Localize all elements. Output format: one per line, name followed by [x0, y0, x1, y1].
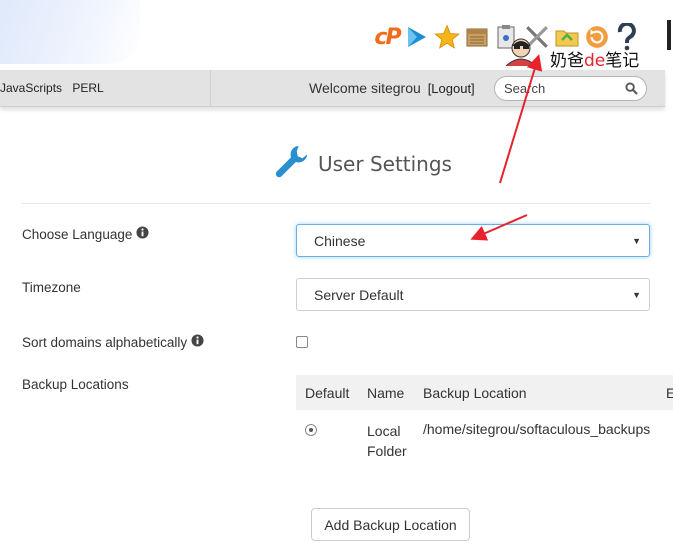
sort-domains-checkbox[interactable]: [296, 336, 308, 348]
chevron-down-icon: ▼: [632, 290, 641, 300]
backup-locations-label: Backup Locations: [22, 377, 129, 392]
play-icon[interactable]: [403, 22, 431, 52]
nav-link-perl[interactable]: PERL: [72, 81, 103, 95]
backup-path: /home/sitegrou/softaculous_backups: [423, 421, 651, 437]
column-name: Name: [367, 385, 405, 401]
language-select[interactable]: Chinese ▼: [296, 224, 650, 257]
divider: [22, 203, 650, 204]
page-header: User Settings: [273, 144, 452, 184]
brand-logo-background: [0, 0, 140, 64]
add-backup-location-button[interactable]: Add Backup Location: [311, 508, 470, 541]
nav-links: JavaScripts PERL: [0, 81, 111, 95]
table-header: Default Name Backup Location E: [296, 375, 673, 410]
cpanel-logo[interactable]: cP: [373, 22, 401, 52]
top-navbar: JavaScripts PERL Welcome sitegrou [Logou…: [0, 70, 665, 107]
table-row: Local Folder /home/sitegrou/softaculous_…: [296, 410, 673, 470]
search-input[interactable]: [504, 80, 619, 97]
search-icon[interactable]: [625, 82, 638, 100]
backup-name: Local Folder: [367, 423, 407, 459]
star-icon[interactable]: [433, 22, 461, 52]
sort-domains-label: Sort domains alphabetically: [22, 334, 204, 350]
timezone-select[interactable]: Server Default ▼: [296, 278, 650, 311]
box-icon[interactable]: [463, 22, 491, 52]
nav-separator: [210, 70, 211, 107]
watermark: 奶爸de笔记: [498, 38, 658, 71]
default-radio[interactable]: [305, 424, 317, 436]
chevron-down-icon: ▼: [632, 236, 641, 246]
watermark-text: 奶爸de笔记: [550, 51, 640, 71]
info-icon[interactable]: [136, 226, 149, 242]
page-title: User Settings: [318, 152, 452, 176]
scrollbar-edge: [667, 20, 671, 50]
wrench-icon: [273, 143, 311, 186]
info-icon[interactable]: [191, 334, 204, 350]
column-truncated: E: [666, 385, 673, 401]
timezone-label: Timezone: [22, 280, 81, 295]
backup-table: Default Name Backup Location E Local Fol…: [296, 375, 673, 470]
watermark-avatar-icon: [505, 38, 537, 66]
column-backup-location: Backup Location: [423, 385, 527, 401]
logout-link[interactable]: [Logout]: [428, 81, 475, 96]
column-default: Default: [305, 385, 350, 401]
search-box[interactable]: [494, 76, 647, 101]
welcome-message: Welcome sitegrou [Logout]: [309, 80, 475, 96]
nav-link-javascripts[interactable]: JavaScripts: [0, 81, 62, 95]
choose-language-label: Choose Language: [22, 226, 149, 242]
